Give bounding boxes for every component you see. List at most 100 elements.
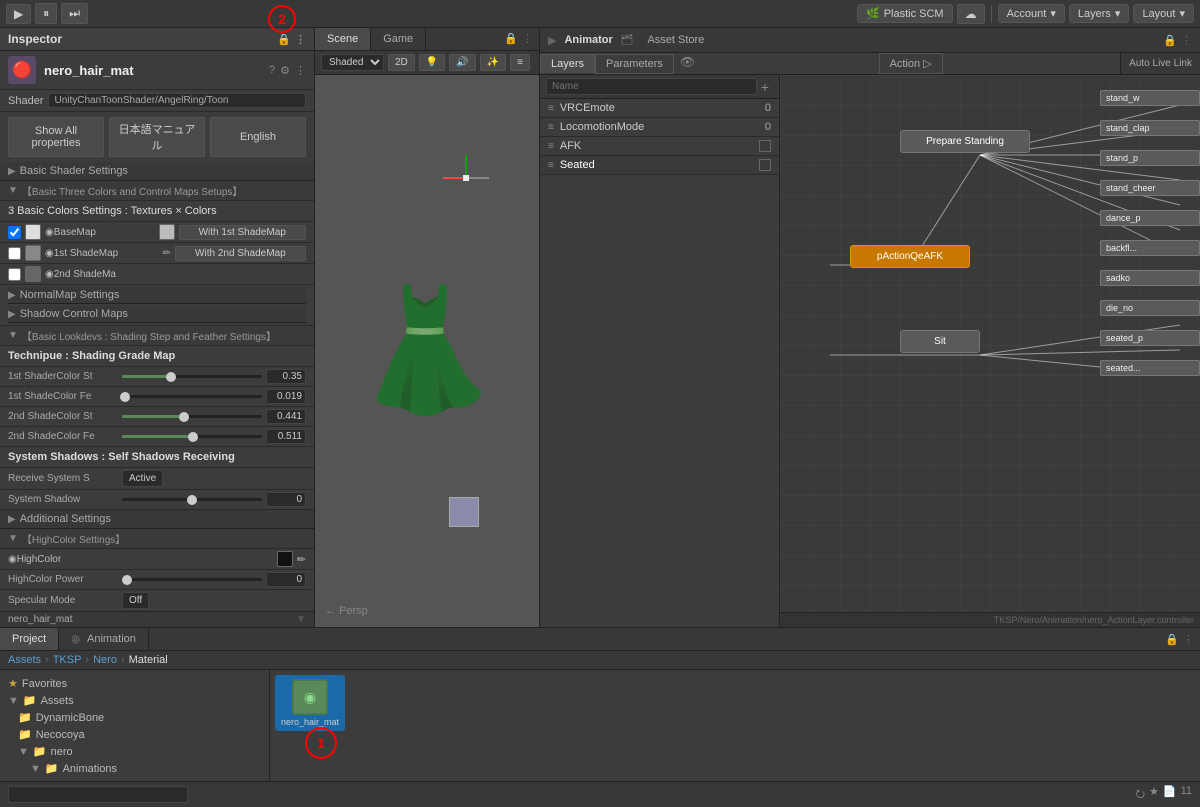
layout-dropdown[interactable]: Layout ▾	[1133, 4, 1194, 23]
normal-map-header[interactable]: ▶ NormalMap Settings	[8, 287, 306, 304]
plastic-scm-button[interactable]: 🌿 Plastic SCM	[857, 4, 953, 23]
breadcrumb-tksp[interactable]: TKSP	[53, 654, 82, 666]
additional-section[interactable]: ▶ Additional Settings	[0, 510, 314, 529]
receive-dropdown[interactable]: Active	[122, 470, 163, 487]
slider3-thumb[interactable]	[179, 412, 189, 422]
highcolor-swatch[interactable]	[277, 551, 293, 567]
shadow-track[interactable]	[122, 498, 262, 501]
state-stand-w[interactable]: stand_w	[1100, 90, 1200, 106]
highcolor-section[interactable]: ▼ 【HighColor Settings】	[0, 529, 314, 549]
shade2-swatch[interactable]	[25, 266, 41, 282]
layers-dropdown[interactable]: Layers ▾	[1069, 4, 1130, 23]
anim-graph[interactable]: Prepare Standing pActionQeAFK Sit stand_…	[780, 75, 1200, 627]
shader-value[interactable]: UnityChanToonShader/AngelRing/Toon	[48, 93, 306, 108]
2d-button[interactable]: 2D	[388, 54, 415, 71]
breadcrumb-nero[interactable]: Nero	[93, 654, 117, 666]
proj-icon-1[interactable]: ⭮	[1136, 785, 1145, 804]
animator-lock[interactable]: 🔒	[1163, 34, 1177, 47]
game-tab[interactable]: Game	[371, 28, 426, 50]
state-sadko[interactable]: sadko	[1100, 270, 1200, 286]
slider4-track[interactable]	[122, 435, 262, 438]
nero-hair-mat-asset[interactable]: ◉ nero_hair_mat	[275, 675, 345, 731]
proj-lock-icon[interactable]: 🔒	[1165, 633, 1179, 646]
animation-tab[interactable]: ◎ Animation	[59, 628, 149, 650]
action-node[interactable]: pActionQeAFK	[850, 245, 970, 268]
scene-more-icon[interactable]: ⋮	[522, 32, 533, 46]
shade1-swatch[interactable]	[25, 245, 41, 261]
shadow-thumb[interactable]	[187, 495, 197, 505]
proj-icon-4[interactable]: 11	[1181, 785, 1192, 804]
scene-lock-icon[interactable]: 🔒	[504, 32, 518, 46]
anim-search-input[interactable]	[546, 78, 757, 95]
three-colors-section[interactable]: ▼ 【Basic Three Colors and Control Maps S…	[0, 181, 314, 201]
cloud-button[interactable]: ☁	[957, 4, 985, 24]
highcolor-edit-icon[interactable]: ✏	[297, 553, 306, 566]
proj-more-icon[interactable]: ⋮	[1183, 633, 1194, 646]
nero-item[interactable]: ▼ 📁 nero	[0, 743, 269, 760]
state-backflip[interactable]: backfl...	[1100, 240, 1200, 256]
proj-icon-2[interactable]: ★	[1149, 785, 1159, 804]
pause-button[interactable]: ⏸	[35, 3, 57, 24]
necocoya-item[interactable]: 📁 Necocoya	[0, 726, 269, 743]
state-seated-p[interactable]: seated_p	[1100, 330, 1200, 346]
slider4-thumb[interactable]	[188, 432, 198, 442]
asset-store-tab[interactable]: Asset Store	[641, 32, 710, 48]
slider1-thumb[interactable]	[166, 372, 176, 382]
highcolor-power-thumb[interactable]	[122, 575, 132, 585]
state-stand-p[interactable]: stand_p	[1100, 150, 1200, 166]
state-dance[interactable]: dance_p	[1100, 210, 1200, 226]
favorites-item[interactable]: ★ Favorites	[0, 675, 269, 692]
shadow-control-header[interactable]: ▶ Shadow Control Maps	[8, 306, 306, 323]
lock-icon[interactable]: 🔒	[277, 33, 291, 46]
afk-checkbox[interactable]	[759, 140, 771, 152]
shade1-checkbox[interactable]	[8, 247, 21, 260]
slider1-track[interactable]	[122, 375, 262, 378]
assets-item[interactable]: ▼ 📁 Assets	[0, 692, 269, 709]
gizmos-button[interactable]: ≡	[510, 54, 530, 71]
with-1st-btn[interactable]: With 1st ShadeMap	[179, 225, 307, 240]
specular-dropdown[interactable]: Off	[122, 592, 149, 609]
kebab-icon[interactable]: ⋮	[295, 33, 306, 46]
with-2nd-btn[interactable]: With 2nd ShadeMap	[175, 246, 306, 261]
effects-button[interactable]: ✨	[480, 54, 506, 71]
animations-item[interactable]: ▼ 📁 Animations	[0, 760, 269, 777]
seated-checkbox[interactable]	[759, 159, 771, 171]
action-tab[interactable]: Action ▷	[879, 53, 943, 74]
basic-shader-section[interactable]: ▶ Basic Shader Settings	[0, 162, 314, 181]
basemap-checkbox[interactable]	[8, 226, 21, 239]
shaded-dropdown[interactable]: Shaded	[321, 54, 384, 71]
japanese-btn[interactable]: 日本語マニュアル	[109, 117, 205, 157]
english-btn[interactable]: English	[210, 117, 306, 157]
state-seated2[interactable]: seated...	[1100, 360, 1200, 376]
show-all-btn[interactable]: Show All properties	[8, 117, 104, 157]
shade2-checkbox[interactable]	[8, 268, 21, 281]
dynamicbone-item[interactable]: 📁 DynamicBone	[0, 709, 269, 726]
eye-button[interactable]: 👁	[674, 53, 701, 74]
lighting-button[interactable]: 💡	[419, 54, 445, 71]
add-param-btn[interactable]: +	[757, 79, 773, 95]
project-search[interactable]	[8, 786, 188, 803]
sound-button[interactable]: 🔊	[449, 54, 475, 71]
state-stand-clap[interactable]: stand_clap	[1100, 120, 1200, 136]
play-button[interactable]: ▶	[6, 4, 31, 24]
account-dropdown[interactable]: Account ▾	[998, 4, 1065, 23]
slider2-thumb[interactable]	[120, 392, 130, 402]
lookdevs-section[interactable]: ▼ 【Basic Lookdevs : Shading Step and Fea…	[0, 326, 314, 346]
slider3-track[interactable]	[122, 415, 262, 418]
state-stand-cheer[interactable]: stand_cheer	[1100, 180, 1200, 196]
sit-node[interactable]: Sit	[900, 330, 980, 353]
basemap-swatch[interactable]	[25, 224, 41, 240]
layers-tab[interactable]: Layers	[540, 54, 595, 73]
highcolor-power-track[interactable]	[122, 578, 262, 581]
breadcrumb-assets[interactable]: Assets	[8, 654, 41, 666]
slider2-track[interactable]	[122, 395, 262, 398]
help-icon[interactable]: ?	[269, 64, 275, 77]
parameters-tab[interactable]: Parameters	[595, 54, 674, 74]
scene-tab[interactable]: Scene	[315, 28, 371, 50]
scene-viewport[interactable]: 👗 ← Persp	[315, 75, 539, 627]
settings-icon[interactable]: ⚙	[280, 64, 290, 77]
more-icon[interactable]: ⋮	[295, 64, 306, 77]
project-tab[interactable]: Project	[0, 628, 59, 650]
step-button[interactable]: ⏭	[61, 3, 88, 24]
animator-more[interactable]: ⋮	[1181, 34, 1192, 47]
